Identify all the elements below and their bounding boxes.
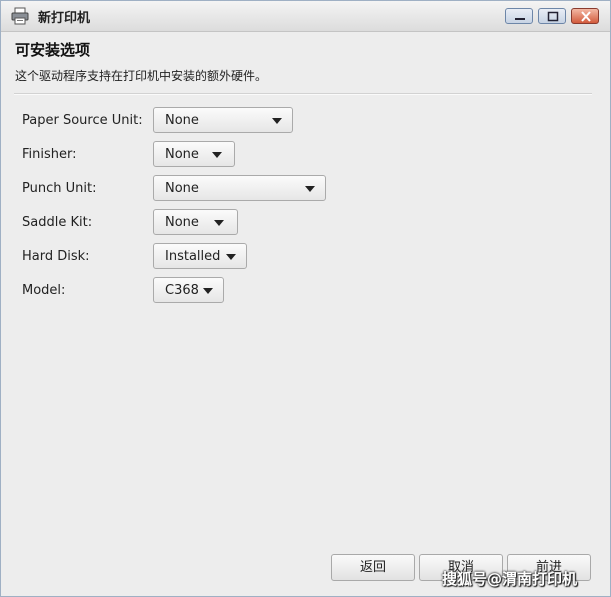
model-label: Model: <box>22 283 66 298</box>
minimize-button[interactable] <box>505 8 533 24</box>
finisher-value: None <box>165 147 199 162</box>
page-description: 这个驱动程序支持在打印机中安装的额外硬件。 <box>15 69 268 83</box>
installable-options-page: 可安装选项 这个驱动程序支持在打印机中安装的额外硬件。 Paper Source… <box>1 32 610 596</box>
paper-source-unit-value: None <box>165 113 199 128</box>
saddle-kit-label: Saddle Kit: <box>22 215 93 230</box>
title-bar: 新打印机 <box>1 1 610 32</box>
chevron-down-icon <box>214 220 224 226</box>
divider <box>14 93 592 95</box>
punch-unit-label: Punch Unit: <box>22 181 97 196</box>
saddle-kit-select[interactable]: None <box>153 209 238 235</box>
new-printer-window: 新打印机 可安装选项 这个驱动程序支持在打印机中安装的额外硬件。 Paper S… <box>0 0 611 597</box>
paper-source-unit-label: Paper Source Unit: <box>22 113 143 128</box>
finisher-select[interactable]: None <box>153 141 235 167</box>
chevron-down-icon <box>203 288 213 294</box>
printer-icon <box>11 7 29 25</box>
hard-disk-label: Hard Disk: <box>22 249 90 264</box>
maximize-button[interactable] <box>538 8 566 24</box>
punch-unit-select[interactable]: None <box>153 175 326 201</box>
paper-source-unit-select[interactable]: None <box>153 107 293 133</box>
hard-disk-value: Installed <box>165 249 221 264</box>
hard-disk-select[interactable]: Installed <box>153 243 247 269</box>
finisher-label: Finisher: <box>22 147 77 162</box>
punch-unit-value: None <box>165 181 199 196</box>
watermark: 搜狐号@渭南打印机 <box>442 570 578 588</box>
window-title: 新打印机 <box>38 11 91 26</box>
close-button[interactable] <box>571 8 599 24</box>
page-title: 可安装选项 <box>15 41 91 59</box>
chevron-down-icon <box>212 152 222 158</box>
saddle-kit-value: None <box>165 215 199 230</box>
chevron-down-icon <box>272 118 282 124</box>
model-select[interactable]: C368 <box>153 277 224 303</box>
back-button[interactable]: 返回 <box>331 554 415 581</box>
chevron-down-icon <box>305 186 315 192</box>
model-value: C368 <box>165 283 199 298</box>
chevron-down-icon <box>226 254 236 260</box>
